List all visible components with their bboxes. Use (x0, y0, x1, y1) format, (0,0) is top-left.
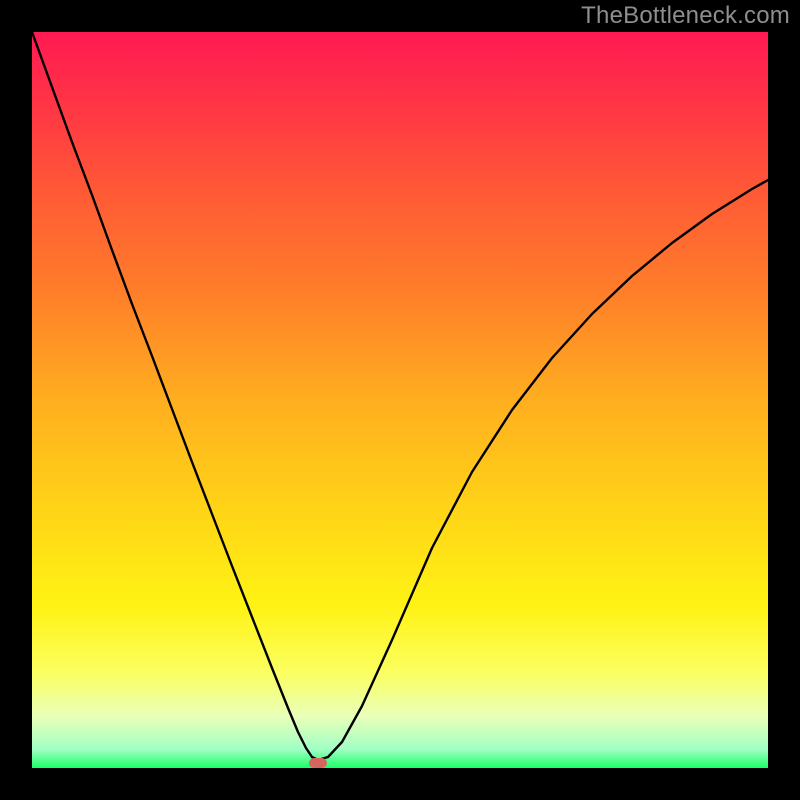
chart-frame: TheBottleneck.com (0, 0, 800, 800)
plot-area (32, 32, 768, 768)
plot-svg (32, 32, 768, 768)
watermark-text: TheBottleneck.com (581, 2, 790, 30)
optimum-marker (309, 758, 327, 768)
gradient-background (32, 32, 768, 768)
